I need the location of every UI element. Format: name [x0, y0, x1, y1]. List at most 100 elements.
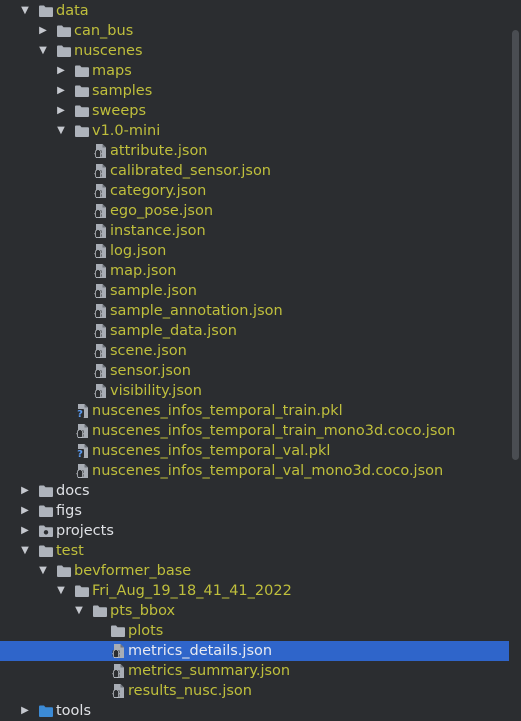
expanded-arrow-icon[interactable]: ▼ — [55, 121, 67, 141]
folder-icon — [74, 104, 90, 118]
folder-icon — [92, 604, 108, 618]
file-label: map.json — [110, 263, 177, 279]
json-file-icon: {} — [75, 463, 91, 478]
tree-row-ego-pose-json[interactable]: {} ego_pose.json — [0, 201, 509, 221]
tree-row-pts-bbox[interactable]: ▼ pts_bbox — [0, 601, 509, 621]
folder-icon — [38, 4, 54, 18]
tree-row-plots[interactable]: plots — [0, 621, 509, 641]
tree-row-docs[interactable]: ▶ docs — [0, 481, 509, 501]
svg-text:{}: {} — [93, 309, 103, 318]
tree-row-sensor-json[interactable]: {} sensor.json — [0, 361, 509, 381]
file-label: nuscenes_infos_temporal_val_mono3d.coco.… — [92, 463, 444, 479]
expanded-arrow-icon[interactable]: ▼ — [73, 601, 85, 621]
scrollbar-thumb[interactable] — [512, 30, 519, 460]
folder-icon — [38, 504, 54, 518]
tree-row-sample-json[interactable]: {} sample.json — [0, 281, 509, 301]
tree-row-nuscenes-infos-temporal-train-pkl[interactable]: ? nuscenes_infos_temporal_train.pkl — [0, 401, 509, 421]
tree-row-nuscenes-infos-temporal-train-mono3d-coco-json[interactable]: {} nuscenes_infos_temporal_train_mono3d.c… — [0, 421, 509, 441]
folder-label: plots — [128, 623, 164, 639]
json-file-icon: {} — [93, 363, 109, 378]
vertical-scrollbar[interactable] — [509, 0, 521, 719]
svg-text:{}: {} — [93, 169, 103, 178]
unknown-file-icon: ? — [75, 443, 91, 459]
file-label: instance.json — [110, 223, 206, 239]
tree-row-category-json[interactable]: {} category.json — [0, 181, 509, 201]
file-label: category.json — [110, 183, 207, 199]
tree-row-projects[interactable]: ▶ projects — [0, 521, 509, 541]
expanded-arrow-icon[interactable]: ▼ — [19, 541, 31, 561]
json-file-icon: {} — [93, 303, 109, 318]
tree-row-nuscenes-infos-temporal-val-pkl[interactable]: ? nuscenes_infos_temporal_val.pkl — [0, 441, 509, 461]
collapsed-arrow-icon[interactable]: ▶ — [19, 521, 31, 541]
tree-row-maps[interactable]: ▶ maps — [0, 61, 509, 81]
expanded-arrow-icon[interactable]: ▼ — [19, 1, 31, 21]
tree-row-tools[interactable]: ▶ tools — [0, 701, 509, 721]
tree-row-results-nusc-json[interactable]: {} results_nusc.json — [0, 681, 509, 701]
tree-row-metrics-details-json[interactable]: {} metrics_details.json — [0, 641, 509, 661]
folder-label: sweeps — [92, 103, 147, 119]
svg-text:{}: {} — [93, 229, 103, 238]
file-label: metrics_summary.json — [128, 663, 291, 679]
json-file-icon: {} — [93, 143, 109, 158]
tree-row-v1-0-mini[interactable]: ▼ v1.0-mini — [0, 121, 509, 141]
collapsed-arrow-icon[interactable]: ▶ — [55, 101, 67, 121]
collapsed-arrow-icon[interactable]: ▶ — [19, 701, 31, 721]
file-label: ego_pose.json — [110, 203, 214, 219]
tree-row-sample-data-json[interactable]: {} sample_data.json — [0, 321, 509, 341]
tree-row-metrics-summary-json[interactable]: {} metrics_summary.json — [0, 661, 509, 681]
tree-row-instance-json[interactable]: {} instance.json — [0, 221, 509, 241]
expanded-arrow-icon[interactable]: ▼ — [55, 581, 67, 601]
folder-label: tools — [56, 703, 92, 719]
tree-row-test[interactable]: ▼ test — [0, 541, 509, 561]
svg-text:{}: {} — [111, 649, 121, 658]
json-file-icon: {} — [111, 683, 127, 698]
svg-text:?: ? — [77, 449, 83, 459]
file-label: log.json — [110, 243, 167, 259]
expanded-arrow-icon[interactable]: ▼ — [37, 561, 49, 581]
file-label: results_nusc.json — [128, 683, 252, 699]
tree-row-nuscenes[interactable]: ▼ nuscenes — [0, 41, 509, 61]
tree-row-scene-json[interactable]: {} scene.json — [0, 341, 509, 361]
svg-text:{}: {} — [75, 429, 85, 438]
tree-row-calibrated-sensor-json[interactable]: {} calibrated_sensor.json — [0, 161, 509, 181]
tree-row-attribute-json[interactable]: {} attribute.json — [0, 141, 509, 161]
tree-row-figs[interactable]: ▶ figs — [0, 501, 509, 521]
tree-row-visibility-json[interactable]: {} visibility.json — [0, 381, 509, 401]
tree-row-sample-annotation-json[interactable]: {} sample_annotation.json — [0, 301, 509, 321]
tree-row-fri-aug-19-18-41-41-2022[interactable]: ▼ Fri_Aug_19_18_41_41_2022 — [0, 581, 509, 601]
json-file-icon: {} — [93, 383, 109, 398]
collapsed-arrow-icon[interactable]: ▶ — [55, 61, 67, 81]
svg-text:{}: {} — [93, 349, 103, 358]
json-file-icon: {} — [93, 223, 109, 238]
svg-text:{}: {} — [93, 289, 103, 298]
tree-row-bevformer-base[interactable]: ▼ bevformer_base — [0, 561, 509, 581]
tree-row-map-json[interactable]: {} map.json — [0, 261, 509, 281]
file-label: metrics_details.json — [128, 643, 273, 659]
tree-row-data[interactable]: ▼ data — [0, 1, 509, 21]
collapsed-arrow-icon[interactable]: ▶ — [37, 21, 49, 41]
json-file-icon: {} — [75, 423, 91, 438]
file-label: nuscenes_infos_temporal_train.pkl — [92, 403, 343, 419]
file-label: sample_annotation.json — [110, 303, 283, 319]
svg-text:{}: {} — [93, 329, 103, 338]
file-label: attribute.json — [110, 143, 208, 159]
tree-row-can-bus[interactable]: ▶ can_bus — [0, 21, 509, 41]
folder-icon — [74, 84, 90, 98]
file-label: sensor.json — [110, 363, 191, 379]
expanded-arrow-icon[interactable]: ▼ — [37, 41, 49, 61]
tree-row-log-json[interactable]: {} log.json — [0, 241, 509, 261]
folder-label: pts_bbox — [110, 603, 176, 619]
tree-row-samples[interactable]: ▶ samples — [0, 81, 509, 101]
folder-label: nuscenes — [74, 43, 143, 59]
json-file-icon: {} — [93, 163, 109, 178]
tree-row-nuscenes-infos-temporal-val-mono3d-coco-json[interactable]: {} nuscenes_infos_temporal_val_mono3d.coc… — [0, 461, 509, 481]
collapsed-arrow-icon[interactable]: ▶ — [19, 501, 31, 521]
folder-label: test — [56, 543, 84, 559]
svg-text:{}: {} — [93, 149, 103, 158]
svg-text:{}: {} — [93, 389, 103, 398]
collapsed-arrow-icon[interactable]: ▶ — [55, 81, 67, 101]
collapsed-arrow-icon[interactable]: ▶ — [19, 481, 31, 501]
file-label: calibrated_sensor.json — [110, 163, 272, 179]
tree-row-sweeps[interactable]: ▶ sweeps — [0, 101, 509, 121]
json-file-icon: {} — [93, 183, 109, 198]
